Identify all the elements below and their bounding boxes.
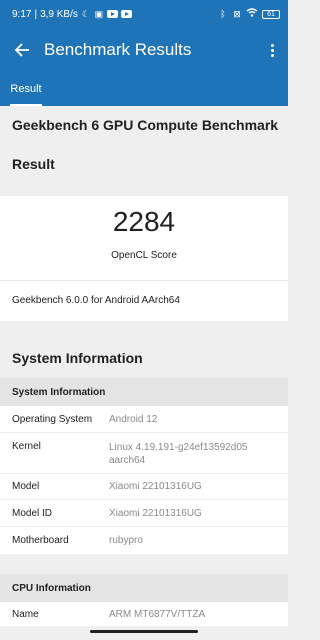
section-header-cpu-information: CPU Information bbox=[0, 574, 288, 602]
moon-icon: ☾ bbox=[81, 8, 90, 19]
divider bbox=[0, 280, 288, 281]
tab-result[interactable]: Result bbox=[0, 72, 52, 106]
row-key: Name bbox=[12, 608, 39, 620]
score-label: OpenCL Score bbox=[111, 250, 177, 261]
youtube-icon bbox=[120, 10, 132, 18]
arrow-back-icon bbox=[14, 43, 29, 57]
status-bar: 9:17 | 3,9 KB/s ☾ ▣ ᛒ ⊠ 61 bbox=[0, 0, 288, 28]
benchmark-header: Geekbench 6 GPU Compute Benchmark Result bbox=[0, 106, 288, 196]
youtube-icon bbox=[106, 10, 118, 18]
bluetooth-icon: ᛒ bbox=[220, 8, 226, 19]
row-key: Model ID bbox=[12, 507, 53, 519]
table-row: Kernel Linux 4.19.191-g24ef13592d05 aarc… bbox=[0, 433, 288, 474]
row-value-line: aarch64 bbox=[109, 455, 146, 466]
table-row: Operating System Android 12 bbox=[0, 406, 288, 433]
row-value: Linux 4.19.191-g24ef13592d05 aarch64 bbox=[109, 441, 288, 473]
benchmark-title: Geekbench 6 GPU Compute Benchmark bbox=[12, 117, 279, 133]
result-heading: Result bbox=[12, 156, 55, 172]
no-sim-icon: ⊠ bbox=[233, 8, 241, 19]
row-value: ARM MT6877V/TTZA bbox=[109, 608, 206, 620]
score-value: 2284 bbox=[112, 206, 176, 237]
row-key: Kernel bbox=[12, 441, 41, 452]
status-time: 9:17 bbox=[12, 8, 32, 20]
page-title: Benchmark Results bbox=[44, 40, 192, 59]
row-value: rubypro bbox=[109, 535, 143, 546]
more-options-button[interactable] bbox=[264, 38, 280, 62]
row-value-line: Linux 4.19.191-g24ef13592d05 bbox=[109, 442, 248, 453]
status-separator: | bbox=[34, 8, 38, 20]
back-button[interactable] bbox=[4, 28, 40, 72]
system-information-heading: System Information bbox=[12, 350, 143, 366]
section-header-system-information: System Information bbox=[0, 378, 288, 406]
wifi-icon bbox=[246, 8, 258, 20]
status-left: 9:17 | 3,9 KB/s ☾ ▣ bbox=[12, 9, 132, 20]
status-right: ᛒ ⊠ 61 bbox=[218, 8, 280, 20]
app-bar: Benchmark Results bbox=[0, 28, 288, 72]
cpu-information-table: Name ARM MT6877V/TTZA bbox=[0, 602, 288, 626]
network-speed: 3,9 KB/s bbox=[40, 8, 78, 20]
nfc-icon: ▣ bbox=[94, 8, 104, 19]
table-row: Model ID Xiaomi 22101316UG bbox=[0, 500, 288, 527]
row-key: Motherboard bbox=[12, 535, 69, 546]
row-key: Model bbox=[12, 481, 40, 492]
tab-bar: Result bbox=[0, 72, 288, 106]
more-vert-icon bbox=[270, 43, 274, 47]
version-text: Geekbench 6.0.0 for Android AArch64 bbox=[12, 295, 180, 306]
score-card: 2284 OpenCL Score Geekbench 6.0.0 for An… bbox=[0, 196, 288, 321]
row-value: Xiaomi 22101316UG bbox=[109, 481, 202, 492]
battery-icon: 61 bbox=[262, 9, 280, 19]
table-row: Model Xiaomi 22101316UG bbox=[0, 474, 288, 500]
system-information-table: Operating System Android 12 Kernel Linux… bbox=[0, 406, 288, 554]
table-row: Name ARM MT6877V/TTZA bbox=[0, 602, 288, 626]
navigation-handle[interactable] bbox=[90, 630, 198, 633]
row-value: Xiaomi 22101316UG bbox=[109, 507, 202, 519]
row-key: Operating System bbox=[12, 413, 93, 425]
table-row: Motherboard rubypro bbox=[0, 527, 288, 554]
row-value: Android 12 bbox=[109, 413, 158, 425]
